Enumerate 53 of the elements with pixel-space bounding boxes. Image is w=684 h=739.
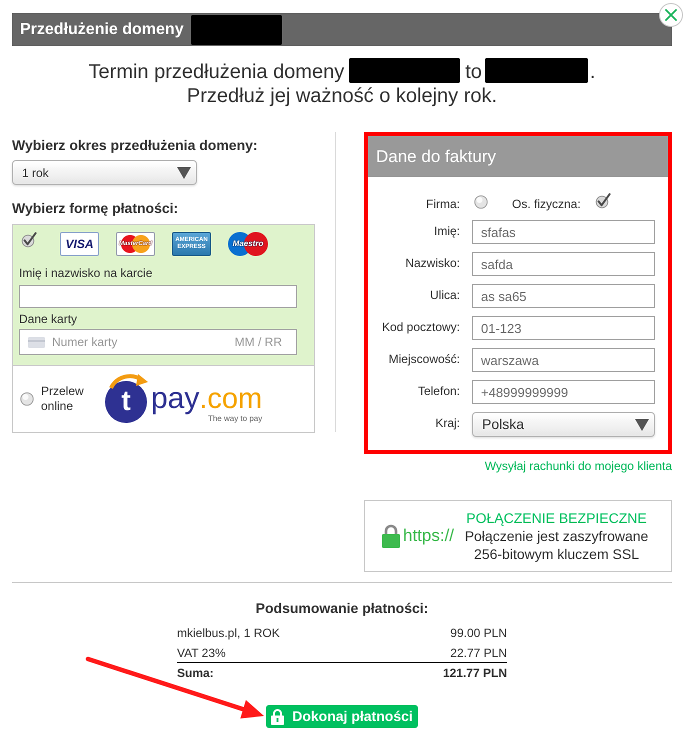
text-field[interactable]: warszawa — [472, 348, 655, 372]
text-field[interactable]: sfafas — [472, 220, 655, 244]
payment-provider-logo: t pay.com The way to pay — [104, 374, 262, 424]
field-label: Ulica: — [428, 287, 460, 304]
field-label: Imię i nazwisko na karcie — [19, 266, 154, 281]
option-label: Przelew online — [41, 384, 85, 414]
text-field[interactable]: safda — [472, 252, 655, 276]
text-field[interactable]: 01-123 — [472, 316, 655, 340]
period-select[interactable]: 1 rok — [12, 160, 197, 185]
close-icon — [665, 9, 677, 21]
section-heading: Wybierz okres przedłużenia domeny: — [12, 136, 259, 154]
text-field[interactable]: as sa65 — [472, 284, 655, 308]
caret-icon — [177, 166, 191, 178]
field-label: Dane karty — [19, 312, 78, 327]
invoice-header: Dane do faktury — [368, 136, 668, 177]
lock-icon — [271, 708, 284, 724]
field-label: Kraj: — [434, 415, 460, 432]
send-invoices-link[interactable]: Wysyłaj rachunki do mojego klienta — [484, 459, 672, 474]
field-label: Kod pocztowy: — [380, 319, 460, 336]
intro-text: Termin przedłużenia domeny to . Przedłuż jej ważność o kolejny rok. — [12, 58, 672, 108]
card-brand-logo: VISA — [60, 232, 99, 256]
text-field[interactable]: +48999999999 — [472, 380, 655, 404]
field-label: Firma: — [425, 196, 460, 212]
caret-icon — [635, 418, 649, 430]
summary-heading: Podsumowanie płatności: — [256, 599, 428, 617]
summary-label: mkielbus.pl, 1 ROK — [177, 625, 280, 642]
summary-amount: 99.00 PLN — [450, 625, 507, 642]
card-number-input[interactable]: Numer karty — [52, 333, 232, 351]
checkmark-radio[interactable] — [594, 193, 611, 209]
checkmark-radio[interactable] — [21, 232, 37, 248]
field-label: Os. fizyczna: — [512, 196, 581, 212]
card-details-field[interactable]: Numer karty MM / RR — [19, 329, 297, 355]
input-field[interactable] — [19, 285, 297, 308]
section-heading: Wybierz formę płatności: — [12, 199, 180, 217]
https-label: https:// — [403, 526, 454, 546]
field-label: Nazwisko: — [404, 255, 460, 272]
lock-icon — [382, 524, 400, 548]
dialog-title: Przedłużenie domeny — [20, 20, 184, 40]
radio-button[interactable] — [20, 392, 34, 406]
secure-connection-title: POŁĄCZENIE BEZPIECZNE — [466, 509, 647, 527]
radio-button[interactable] — [474, 195, 488, 209]
field-label: Imię: — [432, 223, 460, 240]
summary-amount: 121.77 PLN — [442, 665, 507, 682]
card-icon — [28, 336, 45, 348]
secure-connection-text: Połączenie jest zaszyfrowane 256-bitowym kluczem SSL — [464, 527, 648, 563]
field-label: Telefon: — [416, 383, 460, 400]
summary-amount: 22.77 PLN — [450, 644, 507, 662]
expiry-input[interactable]: MM / RR — [232, 333, 282, 351]
field-label: Miejscowość: — [388, 351, 460, 368]
close-button[interactable] — [659, 3, 683, 27]
summary-label: VAT 23% — [177, 644, 226, 662]
country-select[interactable]: Polska — [472, 412, 655, 437]
summary-label: Suma: — [177, 665, 214, 682]
